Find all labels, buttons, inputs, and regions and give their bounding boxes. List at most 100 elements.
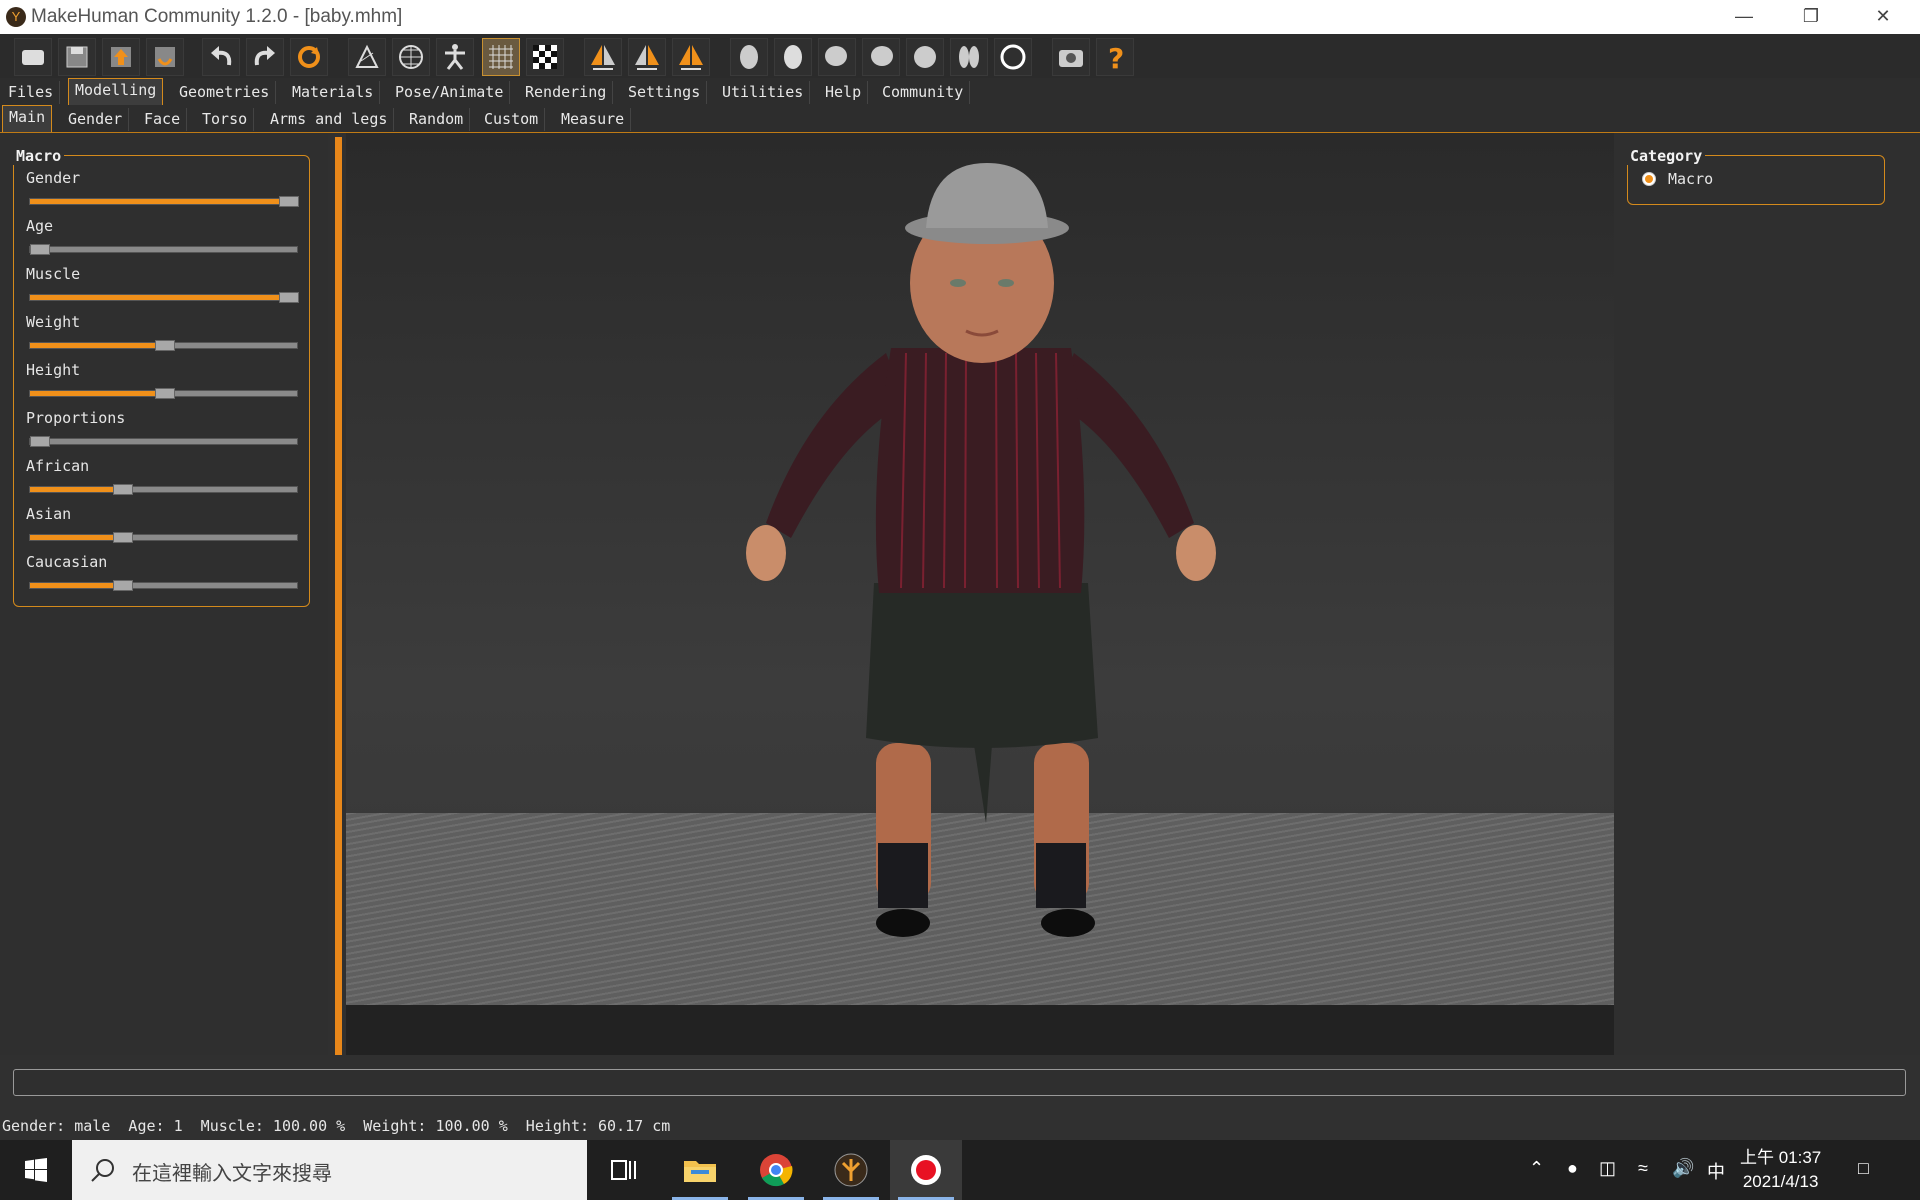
slider-proportions[interactable] [29, 436, 298, 447]
status-bar: Gender: male Age: 1 Muscle: 100.00 % Wei… [2, 1117, 671, 1135]
reset-icon[interactable] [290, 38, 328, 76]
redo-icon[interactable] [246, 38, 284, 76]
slider-fill [30, 583, 123, 588]
slider-handle[interactable] [113, 580, 133, 591]
slider-fill [30, 343, 165, 348]
slider-weight[interactable] [29, 340, 298, 351]
subtab-face[interactable]: Face [138, 108, 188, 131]
screenshot-icon[interactable] [1052, 38, 1090, 76]
chevron-up-icon[interactable]: ⌃ [1529, 1158, 1544, 1179]
slider-height[interactable] [29, 388, 298, 399]
slider-handle[interactable] [113, 532, 133, 543]
tab-materials[interactable]: Materials [286, 81, 381, 104]
minimize-icon[interactable]: — [1716, 0, 1772, 34]
export-icon[interactable] [102, 38, 140, 76]
symmetry-left-icon[interactable] [628, 38, 666, 76]
tab-rendering[interactable]: Rendering [519, 81, 614, 104]
sub-tab-bar: Main Gender Face Torso Arms and legs Ran… [0, 105, 1920, 133]
taskbar-clock[interactable]: 上午 01:37 2021/4/13 [1740, 1146, 1821, 1194]
grid-icon[interactable] [482, 38, 520, 76]
slider-fill [30, 199, 289, 204]
right-panel [1614, 133, 1920, 1055]
pose-icon[interactable] [436, 38, 474, 76]
category-radio-macro[interactable] [1642, 172, 1656, 186]
clock-time: 上午 01:37 [1740, 1148, 1822, 1167]
slider-handle[interactable] [279, 196, 299, 207]
subtab-random[interactable]: Random [403, 108, 471, 131]
tab-utilities[interactable]: Utilities [716, 81, 811, 104]
background-icon[interactable] [526, 38, 564, 76]
tab-settings[interactable]: Settings [622, 81, 708, 104]
subtab-arms-and-legs[interactable]: Arms and legs [264, 108, 395, 131]
load-icon[interactable] [14, 38, 52, 76]
svg-text:?: ? [1108, 42, 1124, 73]
tab-community[interactable]: Community [876, 81, 971, 104]
subtab-torso[interactable]: Torso [196, 108, 255, 131]
tab-modelling[interactable]: Modelling [68, 78, 164, 105]
category-group-title: Category [1627, 147, 1706, 165]
left-view-icon[interactable] [818, 38, 856, 76]
slider-fill [30, 295, 289, 300]
subtab-custom[interactable]: Custom [478, 108, 546, 131]
top-view-icon[interactable] [906, 38, 944, 76]
help-icon[interactable]: ? [1096, 38, 1134, 76]
symmetry-icon[interactable] [672, 38, 710, 76]
slider-label-african: African [26, 457, 90, 475]
chrome-icon[interactable] [740, 1140, 812, 1200]
slider-asian[interactable] [29, 532, 298, 543]
slider-handle[interactable] [30, 244, 50, 255]
wifi-icon[interactable]: ≈ [1638, 1158, 1648, 1179]
notification-icon[interactable]: □ [1858, 1158, 1869, 1179]
windows-taskbar: 在這裡輸入文字來搜尋 ⌃ ● ◫ ≈ 🔊 中 上午 01:37 2021/4/1… [0, 1140, 1920, 1200]
tab-files[interactable]: Files [2, 81, 61, 104]
slider-age[interactable] [29, 244, 298, 255]
right-view-icon[interactable] [862, 38, 900, 76]
record-icon[interactable] [890, 1140, 962, 1200]
volume-icon[interactable]: 🔊 [1672, 1158, 1694, 1179]
toolbar: ? [0, 34, 1920, 78]
slider-caucasian[interactable] [29, 580, 298, 591]
makehuman-icon[interactable] [815, 1140, 887, 1200]
restore-icon[interactable]: ❐ [1783, 0, 1839, 34]
category-option-label[interactable]: Macro [1668, 170, 1713, 188]
left-splitter[interactable] [335, 137, 342, 1055]
undo-icon[interactable] [202, 38, 240, 76]
slider-label-age: Age [26, 217, 54, 235]
subtab-gender[interactable]: Gender [62, 108, 130, 131]
slider-handle[interactable] [155, 340, 175, 351]
tab-geometries[interactable]: Geometries [173, 81, 277, 104]
slider-handle[interactable] [30, 436, 50, 447]
microphone-icon[interactable]: ● [1567, 1158, 1578, 1179]
slider-gender[interactable] [29, 196, 299, 207]
slider-handle[interactable] [279, 292, 299, 303]
slider-muscle[interactable] [29, 292, 299, 303]
subtab-measure[interactable]: Measure [555, 108, 632, 131]
back-view-icon[interactable] [774, 38, 812, 76]
exit-icon[interactable] [146, 38, 184, 76]
taskbar-search-box[interactable]: 在這裡輸入文字來搜尋 [72, 1140, 587, 1200]
tab-pose-animate[interactable]: Pose/Animate [389, 81, 511, 104]
task-view-icon[interactable] [588, 1140, 660, 1200]
slider-handle[interactable] [155, 388, 175, 399]
tab-help[interactable]: Help [819, 81, 869, 104]
symmetry-right-icon[interactable] [584, 38, 622, 76]
wireframe-icon[interactable] [392, 38, 430, 76]
slider-label-muscle: Muscle [26, 265, 81, 283]
reset-camera-icon[interactable] [994, 38, 1032, 76]
close-icon[interactable]: ✕ [1855, 0, 1911, 34]
app-logo-icon: Y [6, 7, 26, 27]
slider-label-weight: Weight [26, 313, 81, 331]
front-view-icon[interactable] [730, 38, 768, 76]
start-icon[interactable] [0, 1140, 72, 1200]
bottom-view-icon[interactable] [950, 38, 988, 76]
slider-handle[interactable] [113, 484, 133, 495]
battery-icon[interactable]: ◫ [1599, 1158, 1616, 1179]
subtab-main[interactable]: Main [2, 105, 53, 132]
ime-indicator[interactable]: 中 [1707, 1158, 1725, 1184]
save-icon[interactable] [58, 38, 96, 76]
3d-viewport[interactable] [346, 133, 1614, 1055]
search-icon [91, 1159, 114, 1182]
file-explorer-icon[interactable] [664, 1140, 736, 1200]
smooth-icon[interactable] [348, 38, 386, 76]
slider-african[interactable] [29, 484, 298, 495]
